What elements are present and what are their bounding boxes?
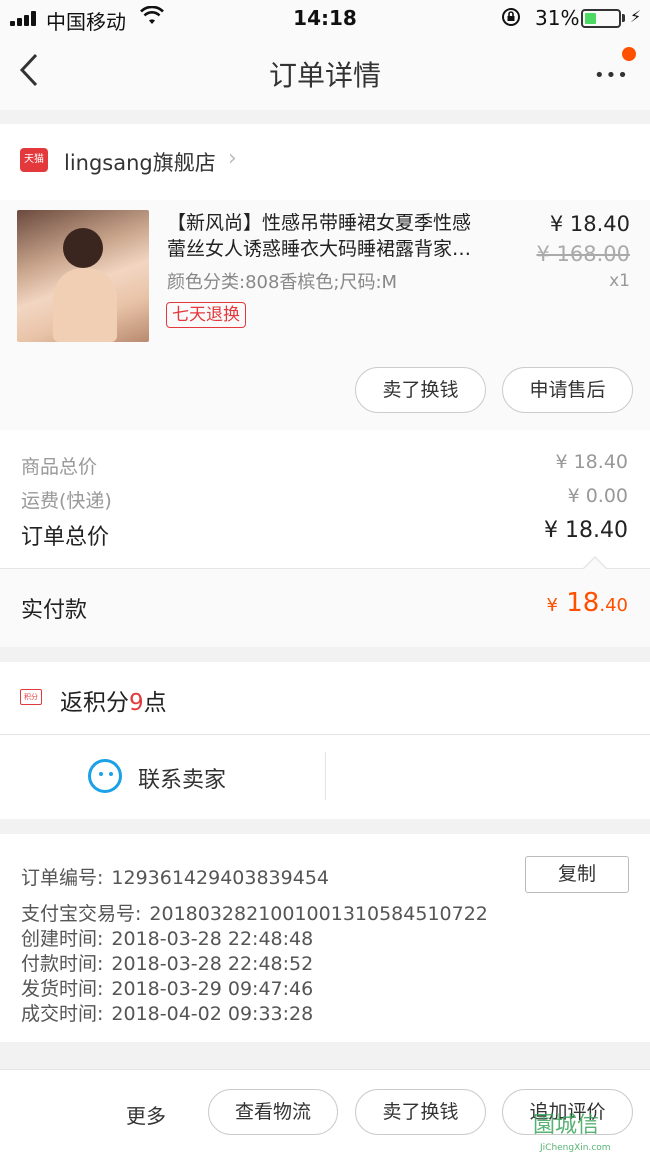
divider: [0, 734, 650, 735]
shipped-time-row: 发货时间: 2018-03-29 09:47:46: [21, 978, 314, 1000]
paid-label: 实付款: [21, 598, 88, 623]
nav-bar: 订单详情 •••: [0, 36, 650, 110]
more-actions-button[interactable]: 更多: [126, 1100, 166, 1129]
order-total-label: 订单总价: [21, 525, 110, 550]
paid-value: ¥ 18.40: [546, 588, 628, 618]
store-name[interactable]: lingsang旗舰店: [64, 147, 216, 177]
product-price: ¥ 18.40: [549, 212, 630, 236]
more-dots-icon: •••: [594, 65, 629, 86]
contact-seller-button[interactable]: 联系卖家: [138, 762, 226, 794]
original-price: ¥ 168.00: [536, 242, 630, 266]
shipping-label: 运费(快递): [21, 490, 112, 512]
product-sku: 颜色分类:808香槟色;尺码:M: [167, 272, 398, 293]
paid-time-row: 付款时间: 2018-03-28 22:48:52: [21, 953, 314, 975]
notification-dot: [622, 47, 636, 61]
order-number-row: 订单编号: 129361429403839454: [21, 867, 329, 889]
watermark-logo: 園城信: [533, 1113, 600, 1138]
after-sale-button[interactable]: 申请售后: [502, 367, 633, 413]
battery-percent: 31%: [535, 6, 580, 30]
sell-button[interactable]: 卖了换钱: [355, 367, 486, 413]
goods-total-label: 商品总价: [21, 456, 98, 478]
rotation-lock-icon: [500, 6, 522, 33]
order-total-value: ¥ 18.40: [544, 518, 628, 543]
created-time-row: 创建时间: 2018-03-28 22:48:48: [21, 928, 314, 950]
battery-icon: [581, 9, 621, 28]
caret-fill: [584, 558, 606, 569]
points-icon: 积分: [20, 689, 42, 705]
goods-total-value: ¥ 18.40: [555, 451, 628, 473]
shipping-value: ¥ 0.00: [567, 485, 628, 507]
status-bar: 中国移动 14:18 31% ⚡: [0, 0, 650, 36]
sell-for-cash-button[interactable]: 卖了换钱: [355, 1089, 486, 1135]
bolt-icon: ⚡: [630, 7, 642, 26]
alipay-number-row: 支付宝交易号: 2018032821001001310584510722: [21, 903, 488, 925]
chat-bubble-icon[interactable]: [88, 759, 122, 793]
product-quantity: x1: [609, 271, 630, 291]
completed-time-row: 成交时间: 2018-04-02 09:33:28: [21, 1003, 314, 1025]
copy-button[interactable]: 复制: [525, 856, 629, 893]
return-policy-badge: 七天退换: [166, 302, 246, 328]
watermark-url: JiChengXin.com: [540, 1143, 611, 1153]
view-logistics-button[interactable]: 查看物流: [208, 1089, 338, 1135]
product-title[interactable]: 【新风尚】性感吊带睡裙女夏季性感 蕾丝女人诱惑睡衣大码睡裙露背家…: [167, 210, 517, 262]
vertical-divider: [325, 752, 326, 800]
points-text: 返积分9点: [60, 690, 167, 716]
page-title: 订单详情: [268, 59, 381, 92]
product-thumbnail[interactable]: [17, 210, 149, 342]
tmall-logo-icon: 天猫: [20, 148, 48, 172]
battery-tip: [622, 14, 625, 22]
chevron-right-icon[interactable]: ›: [228, 146, 237, 171]
